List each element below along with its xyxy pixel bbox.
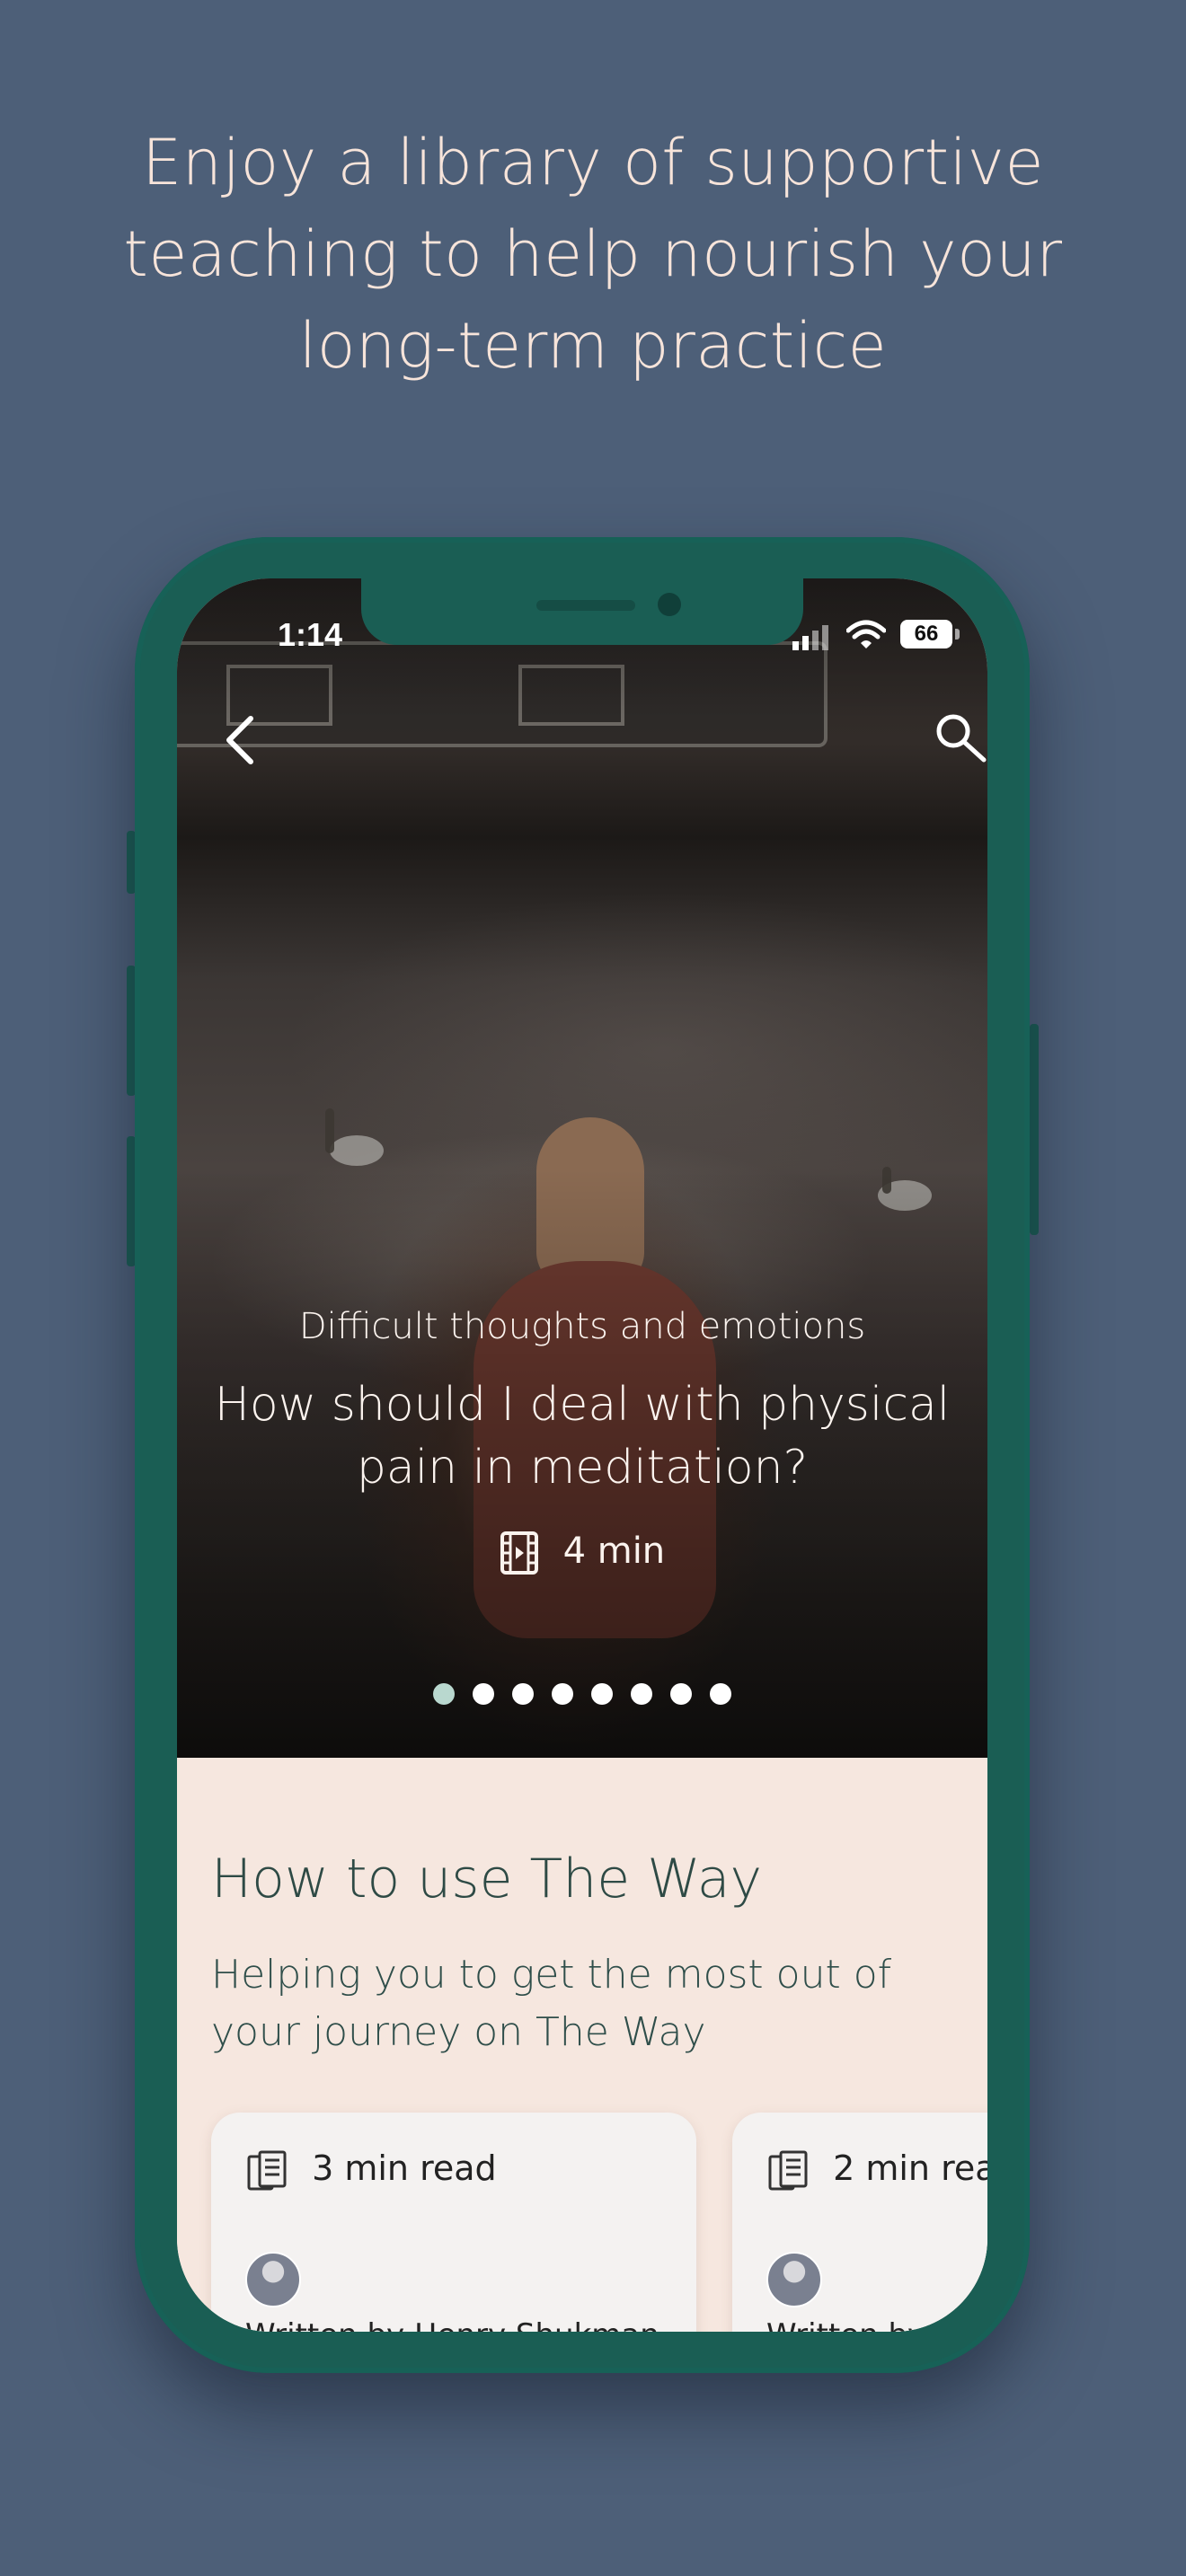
search-icon — [936, 714, 987, 763]
hero-duration: 4 min — [177, 1531, 987, 1575]
chevron-left-icon — [226, 716, 253, 764]
document-icon — [768, 2150, 808, 2190]
author-label: Written by Henry Shukman — [766, 2317, 987, 2332]
carousel-dot[interactable] — [552, 1683, 573, 1705]
hero-banner[interactable]: 1:14 66 Difficult thoughts and emotions … — [177, 578, 987, 1758]
wifi-icon — [845, 620, 887, 654]
duration-label: 4 min — [562, 1531, 666, 1572]
carousel-dot[interactable] — [433, 1683, 455, 1705]
battery-indicator: 66 — [900, 620, 952, 648]
headline: Enjoy a library of supportive teaching t… — [123, 126, 1063, 383]
status-bar: 1:14 66 — [177, 578, 987, 666]
search-button[interactable] — [934, 711, 987, 765]
carousel-dot[interactable] — [591, 1683, 613, 1705]
app-screen: 1:14 66 Difficult thoughts and emotions … — [177, 578, 987, 2332]
power-button — [1030, 1024, 1039, 1235]
carousel-dot[interactable] — [670, 1683, 692, 1705]
hero-title[interactable]: How should I deal with physical pain in … — [177, 1373, 987, 1499]
document-icon — [247, 2150, 287, 2190]
cellular-signal-icon — [792, 625, 832, 650]
notch — [361, 578, 803, 645]
author-label: Written by Henry Shukman — [245, 2317, 659, 2332]
back-button[interactable] — [213, 704, 267, 776]
carousel-dot[interactable] — [473, 1683, 494, 1705]
author-avatar — [245, 2252, 301, 2307]
author-avatar — [766, 2252, 822, 2307]
content-section: How to use The Way Helping you to get th… — [177, 1758, 987, 2332]
card-read-time: 3 min read — [245, 2148, 497, 2192]
card-read-time: 2 min read — [766, 2148, 987, 2192]
phone-frame: 1:14 66 Difficult thoughts and emotions … — [135, 537, 1030, 2373]
section-subtitle: Helping you to get the most out of your … — [211, 1952, 892, 2055]
section-title: How to use The Way — [211, 1848, 762, 1910]
article-card[interactable]: 3 min read Written by Henry Shukman — [211, 2113, 696, 2332]
carousel-dots[interactable] — [177, 1683, 987, 1705]
carousel-dot[interactable] — [710, 1683, 731, 1705]
carousel-dot[interactable] — [631, 1683, 652, 1705]
status-time: 1:14 — [278, 616, 343, 653]
hero-category: Difficult thoughts and emotions — [298, 1306, 866, 1347]
battery-tip — [955, 629, 960, 640]
carousel-dot[interactable] — [512, 1683, 534, 1705]
read-time-label: 3 min read — [312, 2148, 497, 2188]
read-time-label: 2 min read — [833, 2148, 987, 2188]
article-card[interactable]: 2 min read Written by Henry Shukman — [732, 2113, 987, 2332]
film-icon — [500, 1531, 538, 1575]
